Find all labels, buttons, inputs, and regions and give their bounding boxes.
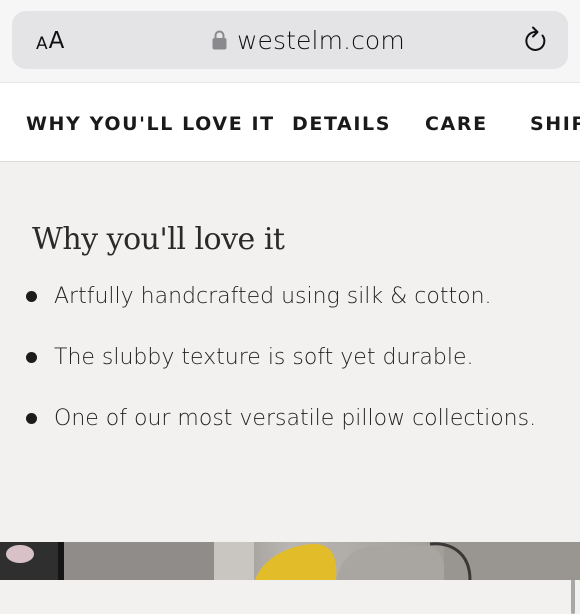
product-info-tabs: WHY YOU'LL LOVE IT DETAILS CARE SHIPPING (0, 82, 580, 162)
text-size-button[interactable]: A A (36, 28, 65, 54)
lock-icon (212, 30, 227, 50)
browser-toolbar: A A westelm.com (0, 0, 580, 82)
tab-care[interactable]: CARE (425, 113, 488, 135)
feature-item: One of our most versatile pillow collect… (26, 402, 566, 434)
why-youll-love-it-section: Why you'll love it Artfully handcrafted … (0, 162, 580, 614)
feature-text: The slubby texture is soft yet durable. (54, 344, 474, 370)
feature-item: The slubby texture is soft yet durable. (26, 341, 566, 373)
product-photo (0, 542, 580, 580)
section-title: Why you'll love it (32, 222, 285, 257)
url-display[interactable]: westelm.com (212, 25, 405, 55)
tab-shipping[interactable]: SHIPPING (530, 113, 580, 135)
feature-text: Artfully handcrafted using silk & cotton… (54, 283, 492, 309)
url-text: westelm.com (237, 25, 405, 55)
address-bar[interactable]: A A westelm.com (12, 11, 568, 69)
tab-details[interactable]: DETAILS (292, 113, 391, 135)
text-size-big-glyph: A (48, 28, 65, 54)
feature-list: Artfully handcrafted using silk & cotton… (26, 280, 566, 463)
feature-text: One of our most versatile pillow collect… (54, 405, 537, 431)
feature-item: Artfully handcrafted using silk & cotton… (26, 280, 566, 312)
reload-icon[interactable] (522, 25, 550, 55)
bullet-dot-icon (26, 412, 37, 424)
text-size-small-glyph: A (36, 34, 48, 54)
product-image[interactable] (0, 542, 580, 580)
bullet-dot-icon (26, 290, 37, 302)
bullet-dot-icon (26, 351, 37, 363)
tab-why-youll-love-it[interactable]: WHY YOU'LL LOVE IT (26, 113, 275, 135)
